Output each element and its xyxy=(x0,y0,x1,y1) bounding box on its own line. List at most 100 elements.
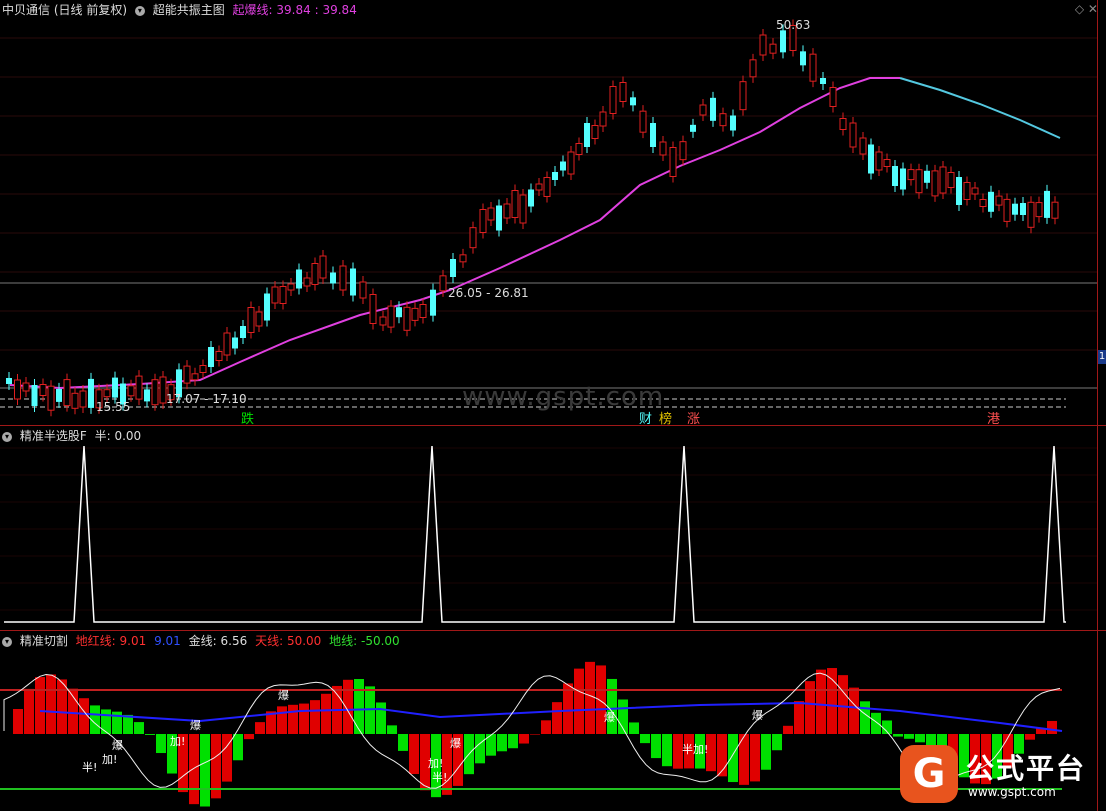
signal-label: 爆 xyxy=(752,709,763,722)
candle-body xyxy=(988,191,994,212)
indicator-menu-icon[interactable]: ▾ xyxy=(134,5,145,16)
indicator-menu-icon[interactable]: ▾ xyxy=(2,636,12,647)
candle-body xyxy=(1012,203,1018,215)
signal-label: 半! xyxy=(432,771,448,784)
selection-series-value: 0.00 xyxy=(114,429,142,443)
indicator-menu-icon[interactable]: ▾ xyxy=(2,431,12,442)
candle-body xyxy=(247,307,255,333)
candle-body xyxy=(419,304,427,318)
candle-body xyxy=(14,379,21,400)
main-indicator-name[interactable]: 超能共振主图 xyxy=(153,3,225,17)
histogram-bar xyxy=(838,675,848,734)
candle-body xyxy=(669,147,677,177)
stock-name[interactable]: 中贝通信 xyxy=(2,3,50,17)
candle-body xyxy=(359,281,367,299)
candle-body xyxy=(575,143,583,155)
histogram-bar xyxy=(541,720,551,734)
histogram-bar xyxy=(585,661,595,734)
histogram-bar xyxy=(794,701,804,734)
selection-indicator-panel[interactable]: ▾ 精准半选股F 半: 0.00 xyxy=(0,426,1106,631)
histogram-bar xyxy=(761,734,771,770)
histogram-bar xyxy=(343,679,353,734)
histogram-bar xyxy=(310,700,320,734)
candlestick-chart xyxy=(0,19,1097,417)
event-tag-finance[interactable]: 财 xyxy=(638,408,653,427)
candle-body xyxy=(963,182,971,200)
candle-body xyxy=(439,275,447,292)
candle-body xyxy=(924,170,930,183)
price-axis[interactable] xyxy=(1097,0,1106,425)
candle-body xyxy=(800,51,806,66)
candle-body xyxy=(591,125,599,139)
candle-body xyxy=(859,137,867,155)
watermark: www.gspt.com xyxy=(462,382,665,412)
histogram-bar xyxy=(860,701,870,734)
event-tag-hk[interactable]: 港 xyxy=(986,408,1001,427)
histogram-bar xyxy=(1025,734,1035,740)
histogram-bar xyxy=(288,704,298,734)
candle-body xyxy=(567,151,575,175)
ground-line-value: -50.00 xyxy=(361,634,400,648)
candle-body xyxy=(396,307,402,318)
gold-line-value: 6.56 xyxy=(220,634,248,648)
candle-body xyxy=(330,272,336,284)
selection-signal-chart xyxy=(0,445,1097,623)
candle-body xyxy=(215,351,223,361)
candle-body xyxy=(907,169,915,181)
candle-body xyxy=(63,379,71,407)
histogram-bar xyxy=(574,668,584,734)
candle-body xyxy=(947,172,955,188)
selection-indicator-name[interactable]: 精准半选股F xyxy=(20,429,87,443)
histogram-bar xyxy=(629,722,639,734)
candle-body xyxy=(749,59,757,78)
candle-body xyxy=(296,269,302,289)
candle-body xyxy=(496,205,502,231)
candle-body xyxy=(900,168,906,190)
histogram-bar xyxy=(35,677,45,734)
histogram-bar xyxy=(871,712,881,734)
histogram-bar xyxy=(728,734,738,783)
candle-body xyxy=(849,122,857,148)
histogram-bar xyxy=(607,678,617,734)
candle-body xyxy=(971,187,979,195)
histogram-bar xyxy=(915,734,925,743)
signal-label: 爆 xyxy=(450,737,461,750)
candle-body xyxy=(939,166,947,194)
histogram-bar xyxy=(519,734,529,744)
event-tag-fall[interactable]: 跌 xyxy=(240,408,255,427)
low-price-label: 15.55 xyxy=(96,400,131,414)
candle-body xyxy=(839,118,847,130)
cut-indicator-name[interactable]: 精准切割 xyxy=(20,634,68,648)
logo-badge-icon: G xyxy=(900,745,958,803)
period-label[interactable]: (日线 前复权) xyxy=(54,3,127,17)
candle-body xyxy=(829,87,837,107)
candle-body xyxy=(659,141,667,156)
histogram-bar xyxy=(640,734,650,744)
cut-indicator-header: ▾ 精准切割 地红线: 9.01 9.01 金线: 6.56 天线: 50.00… xyxy=(2,633,404,649)
candle-body xyxy=(240,326,246,338)
histogram-bar xyxy=(827,668,837,734)
candle-body xyxy=(39,384,47,396)
event-tag-rank[interactable]: 榜 xyxy=(658,408,673,427)
candle-body xyxy=(1003,198,1011,222)
event-tag-rise[interactable]: 涨 xyxy=(686,408,701,427)
candle-body xyxy=(144,389,150,402)
ma-line-tail xyxy=(899,77,1061,139)
candle-body xyxy=(199,365,207,373)
selection-indicator-header: ▾ 精准半选股F 半: 0.00 xyxy=(2,428,145,444)
histogram-bar xyxy=(156,734,166,754)
histogram-bar xyxy=(530,734,540,735)
indicator-axis[interactable] xyxy=(1097,426,1106,630)
candle-body xyxy=(599,111,607,127)
candle-body xyxy=(387,305,395,328)
candle-body xyxy=(103,389,111,398)
histogram-bar xyxy=(1047,720,1057,734)
signal-label: 爆 xyxy=(604,711,615,724)
histogram-bar xyxy=(321,693,331,734)
candle-body xyxy=(535,183,543,191)
candle-body xyxy=(339,265,347,291)
main-chart-panel[interactable]: 中贝通信 (日线 前复权) ▾ 超能共振主图 起爆线: 39.84 : 39.8… xyxy=(0,0,1106,427)
signal-label: 半加! xyxy=(682,743,709,756)
candle-body xyxy=(710,97,716,121)
candle-body xyxy=(875,151,883,171)
